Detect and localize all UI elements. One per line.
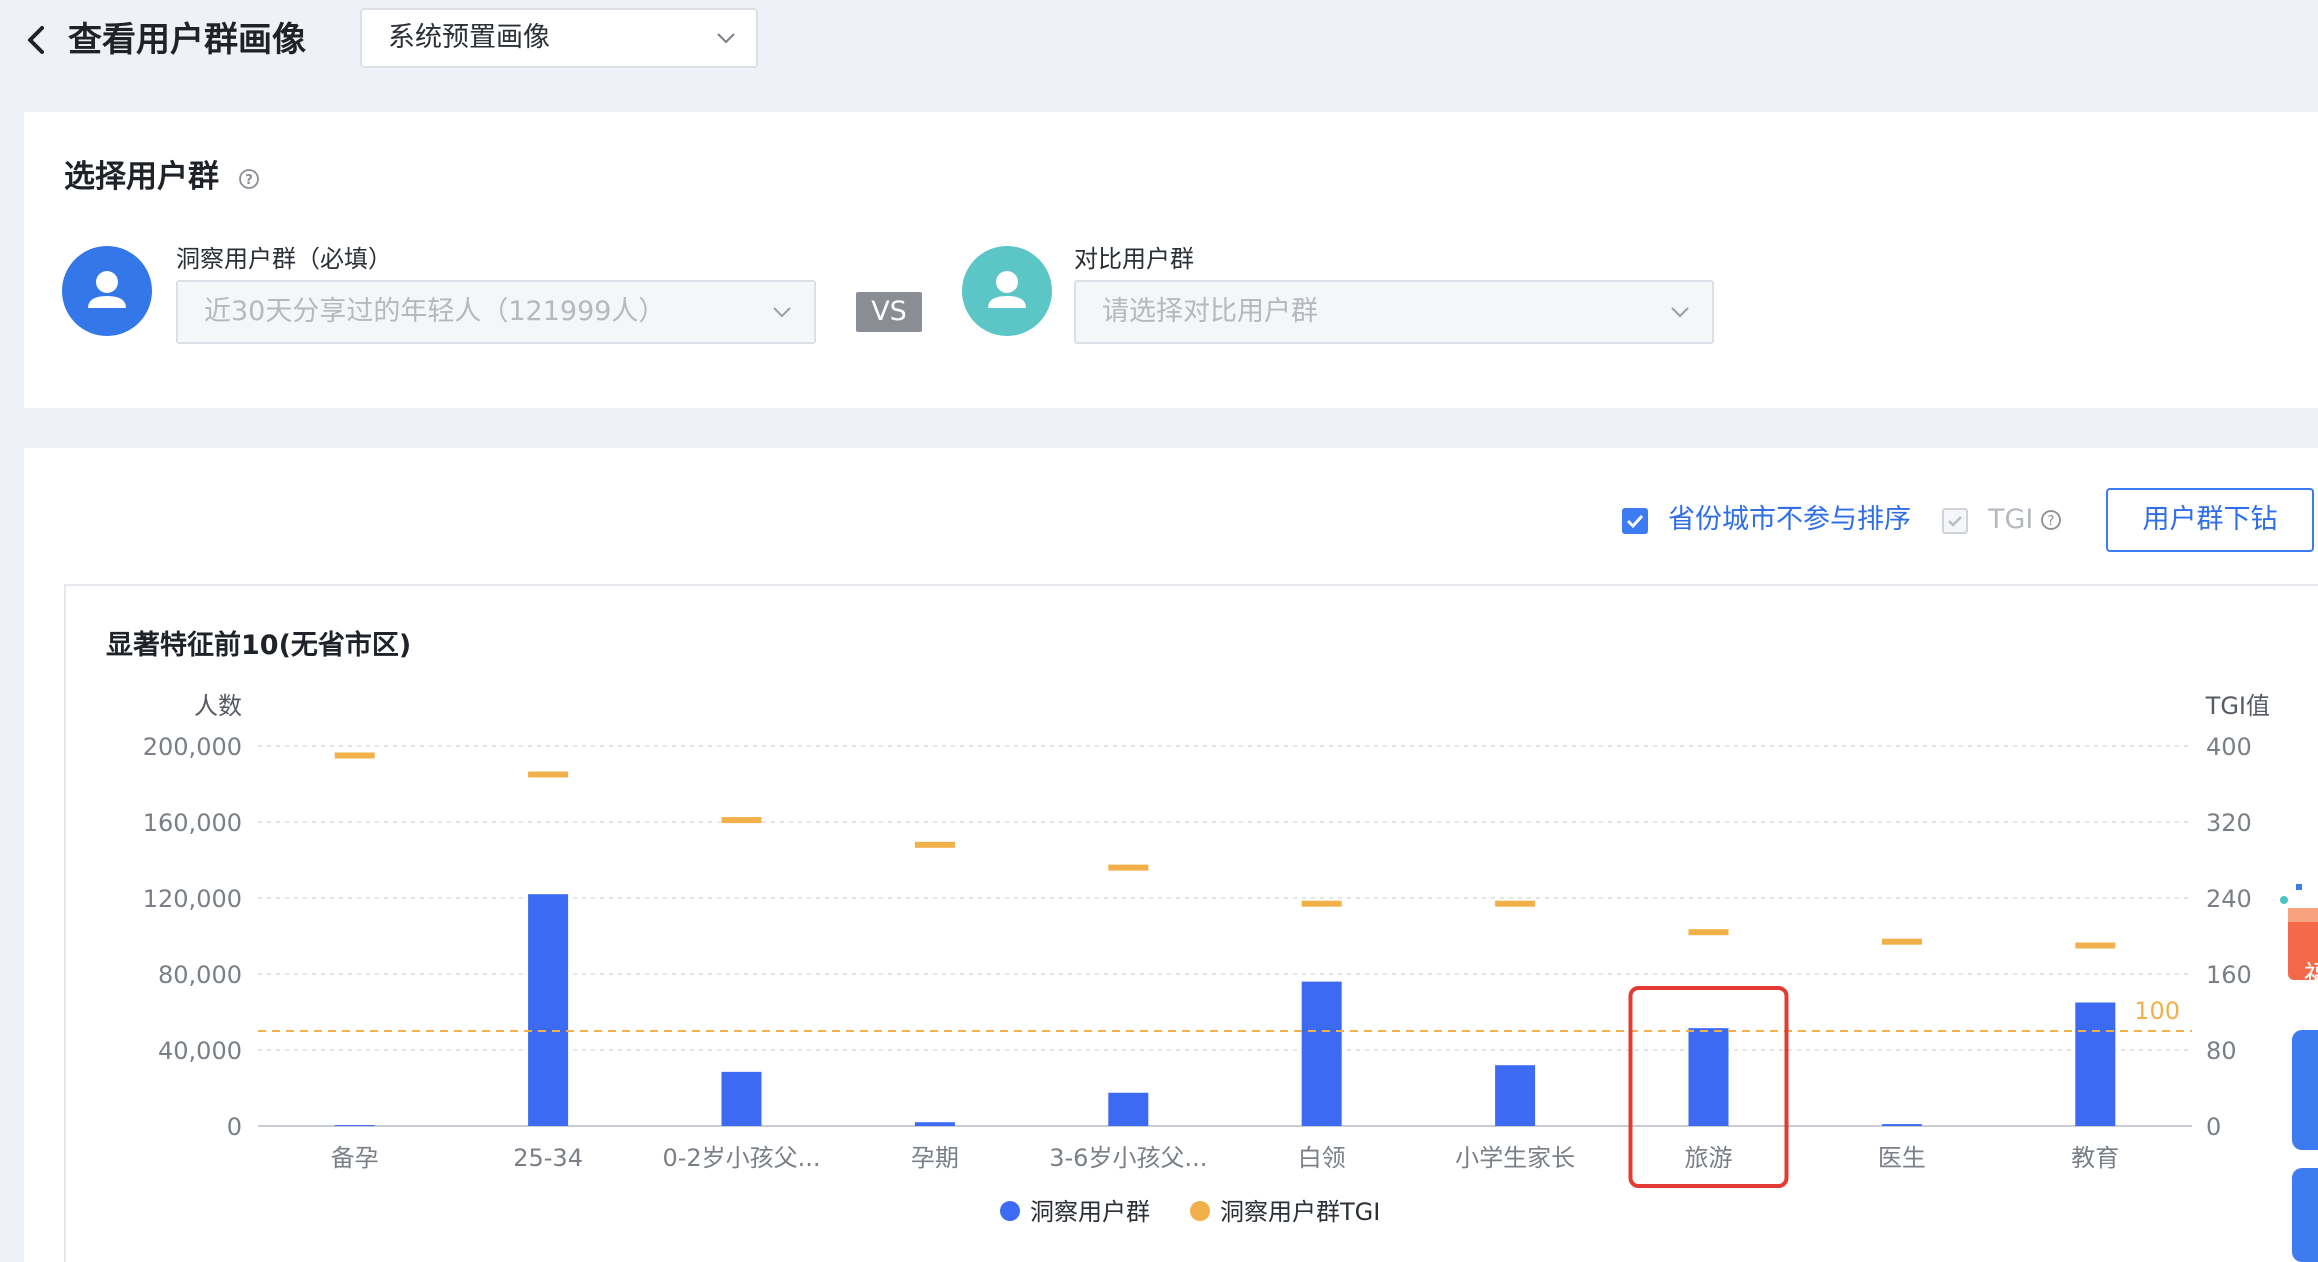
tgi-marker[interactable]	[721, 817, 762, 824]
bar[interactable]	[1495, 1065, 1536, 1126]
x-tick-label: 旅游	[1685, 1144, 1733, 1172]
tgi-marker[interactable]	[914, 841, 955, 848]
bar[interactable]	[721, 1071, 762, 1126]
side-consult-tab[interactable]	[2292, 1030, 2318, 1150]
x-tick-label: 白领	[1298, 1144, 1346, 1172]
x-tick-label: 小学生家长	[1455, 1144, 1575, 1172]
x-tick-label: 3-6岁小孩父...	[1049, 1144, 1207, 1172]
y2-axis-label: TGI值	[2205, 692, 2270, 720]
y2-tick-label: 240	[2206, 885, 2252, 913]
x-tick-label: 教育	[2071, 1144, 2119, 1172]
y-tick-label: 0	[227, 1113, 242, 1141]
y-tick-label: 40,000	[158, 1037, 242, 1065]
y2-tick-label: 320	[2206, 809, 2252, 837]
feature-bar-chart: 人数 TGI值 200,000 400 160,000 320 120,000 240 80…	[143, 692, 2270, 1226]
svg-text:福: 福	[2304, 961, 2318, 991]
bar[interactable]	[1881, 1124, 1922, 1126]
bar[interactable]	[1688, 1028, 1729, 1126]
tgi-marker[interactable]	[1881, 938, 1922, 945]
bar[interactable]	[2075, 1002, 2116, 1127]
tgi-marker[interactable]	[1301, 900, 1342, 907]
y-tick-label: 120,000	[143, 885, 242, 913]
tgi-marker[interactable]	[528, 771, 569, 778]
tgi-marker[interactable]	[1688, 929, 1729, 936]
side-online-tab[interactable]	[2292, 1168, 2318, 1262]
tgi-marker[interactable]	[1495, 900, 1536, 907]
x-tick-label: 25-34	[513, 1144, 583, 1172]
bar[interactable]	[334, 1125, 375, 1127]
y2-tick-label: 0	[2206, 1113, 2221, 1141]
tgi-reference-label: 100	[2134, 997, 2180, 1025]
y-tick-label: 160,000	[143, 809, 242, 837]
x-tick-label: 备孕	[331, 1144, 379, 1172]
x-tick-label: 孕期	[911, 1144, 959, 1172]
legend-marker[interactable]	[1190, 1201, 1210, 1221]
y2-tick-label: 400	[2206, 733, 2252, 761]
gift-icon[interactable]: 福	[2276, 880, 2318, 1004]
y-axis-label: 人数	[194, 692, 242, 720]
legend-label[interactable]: 洞察用户群	[1030, 1198, 1150, 1226]
tgi-marker[interactable]	[334, 752, 375, 759]
tgi-marker[interactable]	[1108, 864, 1149, 871]
legend-label[interactable]: 洞察用户群TGI	[1220, 1198, 1380, 1226]
bar[interactable]	[1108, 1092, 1149, 1126]
bar[interactable]	[528, 894, 569, 1126]
bar[interactable]	[1301, 981, 1342, 1126]
tgi-marker[interactable]	[2075, 942, 2116, 949]
y2-tick-label: 160	[2206, 961, 2252, 989]
y-tick-label: 80,000	[158, 961, 242, 989]
x-tick-label: 0-2岁小孩父...	[662, 1144, 820, 1172]
x-tick-label: 医生	[1878, 1144, 1926, 1172]
bar[interactable]	[914, 1122, 955, 1126]
legend-marker[interactable]	[1000, 1201, 1020, 1221]
y-tick-label: 200,000	[143, 733, 242, 761]
y2-tick-label: 80	[2206, 1037, 2237, 1065]
